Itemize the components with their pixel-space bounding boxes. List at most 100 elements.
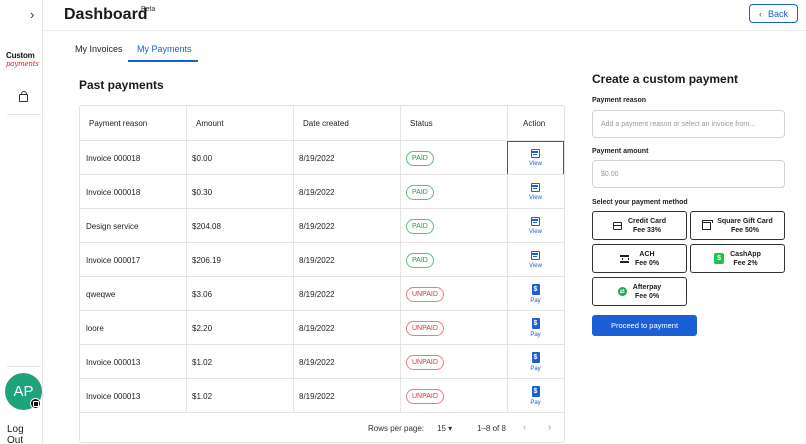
- table-row: Invoice 000017 $206.19 8/19/2022 PAID View: [80, 242, 564, 276]
- proceed-to-payment-button[interactable]: Proceed to payment: [592, 315, 697, 336]
- table-row: qweqwe $3.06 8/19/2022 UNPAID $ Pay: [80, 276, 564, 310]
- amount-cell: $2.20: [192, 323, 213, 333]
- status-badge: PAID: [406, 184, 434, 200]
- date-cell: 8/19/2022: [299, 391, 335, 401]
- column-header[interactable]: Date created: [303, 106, 349, 140]
- amount-cell: $3.06: [192, 289, 213, 299]
- rail-divider: [7, 114, 41, 115]
- date-cell: 8/19/2022: [299, 357, 335, 367]
- dollar-icon: $: [531, 318, 540, 329]
- payment-amount-label: Payment amount: [592, 148, 649, 155]
- date-cell: 8/19/2022: [299, 289, 335, 299]
- column-header[interactable]: Action: [523, 106, 545, 140]
- cashapp-icon: $: [714, 253, 725, 264]
- dollar-icon: $: [531, 352, 540, 363]
- brand-logo: Custom payments: [6, 51, 39, 69]
- payment-reason-cell: loore: [86, 323, 104, 333]
- gift-card-icon: [702, 219, 714, 230]
- status-badge: UNPAID: [406, 354, 444, 370]
- table-row: Invoice 000013 $1.02 8/19/2022 UNPAID $ Pay: [80, 378, 564, 412]
- table-row: Invoice 000018 $0.00 8/19/2022 PAID View: [80, 140, 564, 175]
- date-cell: 8/19/2022: [299, 255, 335, 265]
- column-header[interactable]: Amount: [196, 106, 224, 140]
- credit-card-icon: [612, 221, 622, 230]
- status-cell: PAID: [406, 209, 434, 243]
- amount-cell: $1.02: [192, 391, 213, 401]
- status-cell: UNPAID: [406, 277, 444, 311]
- bank-icon: [619, 254, 629, 263]
- beta-badge: Beta: [141, 6, 156, 13]
- pay-button[interactable]: $ Pay: [507, 379, 564, 413]
- payment-reason-cell: Invoice 000017: [86, 255, 141, 265]
- tab-my-invoices[interactable]: My Invoices: [75, 44, 123, 54]
- active-tab-indicator: [128, 60, 198, 62]
- status-cell: PAID: [406, 175, 434, 209]
- amount-cell: $1.02: [192, 357, 213, 367]
- payment-reason-cell: Invoice 000018: [86, 153, 141, 163]
- payment-reason-cell: Invoice 000013: [86, 357, 141, 367]
- amount-cell: $0.30: [192, 187, 213, 197]
- pay-button[interactable]: $ Pay: [507, 345, 564, 379]
- payment-reason-cell: Design service: [86, 221, 139, 231]
- chevron-right-icon[interactable]: ›: [30, 7, 34, 22]
- status-cell: UNPAID: [406, 311, 444, 345]
- payment-amount-input[interactable]: $0.00: [592, 160, 785, 188]
- payment-method-credit-card[interactable]: Credit Card Fee 33%: [592, 211, 687, 240]
- payment-reason-cell: Invoice 000018: [86, 187, 141, 197]
- left-rail: › Custom payments AP Log Out: [0, 0, 43, 444]
- view-button[interactable]: View: [507, 175, 564, 209]
- status-badge: UNPAID: [406, 388, 444, 404]
- document-icon: [531, 251, 540, 260]
- amount-cell: $0.00: [192, 153, 213, 163]
- header-divider: [43, 30, 806, 31]
- status-badge: PAID: [406, 252, 434, 268]
- view-button[interactable]: View: [507, 209, 564, 243]
- chevron-left-icon: ‹: [758, 8, 762, 19]
- column-header[interactable]: Status: [410, 106, 433, 140]
- status-cell: PAID: [406, 141, 434, 175]
- pay-button[interactable]: $ Pay: [507, 277, 564, 311]
- view-button[interactable]: View: [507, 243, 564, 277]
- previous-page-button[interactable]: ‹: [523, 422, 526, 433]
- afterpay-icon: ⇄: [617, 287, 627, 296]
- page-range: 1–8 of 8: [477, 424, 506, 433]
- payment-method-ach[interactable]: ACH Fee 0%: [592, 244, 687, 273]
- document-icon: [531, 149, 540, 158]
- status-badge: UNPAID: [406, 286, 444, 302]
- status-cell: PAID: [406, 243, 434, 277]
- status-cell: UNPAID: [406, 379, 444, 413]
- payment-method-gift-card[interactable]: Square Gift Card Fee 50%: [690, 211, 785, 240]
- avatar[interactable]: AP: [5, 373, 42, 410]
- dollar-icon: $: [531, 284, 540, 295]
- table-pagination: Rows per page: 15 ▾ 1–8 of 8 ‹ ›: [80, 412, 564, 442]
- past-payments-heading: Past payments: [79, 78, 164, 92]
- date-cell: 8/19/2022: [299, 153, 335, 163]
- date-cell: 8/19/2022: [299, 221, 335, 231]
- status-badge: PAID: [406, 150, 434, 166]
- status-cell: UNPAID: [406, 345, 444, 379]
- rows-per-page-select[interactable]: 15 ▾: [437, 424, 452, 433]
- status-badge: UNPAID: [406, 320, 444, 336]
- shopping-bag-icon[interactable]: [19, 91, 28, 102]
- table-row: Invoice 000018 $0.30 8/19/2022 PAID View: [80, 174, 564, 208]
- custom-payment-heading: Create a custom payment: [592, 72, 739, 86]
- next-page-button[interactable]: ›: [548, 422, 551, 433]
- logout-button[interactable]: Log Out: [7, 424, 42, 444]
- caret-down-icon: ▾: [448, 424, 453, 433]
- back-button[interactable]: ‹ Back: [749, 4, 798, 23]
- table-row: loore $2.20 8/19/2022 UNPAID $ Pay: [80, 310, 564, 344]
- column-header[interactable]: Payment reason: [89, 106, 147, 140]
- payments-table: Payment reason Amount Date created Statu…: [79, 105, 565, 443]
- payment-method-afterpay[interactable]: ⇄ Afterpay Fee 0%: [592, 277, 687, 306]
- payment-reason-cell: Invoice 000013: [86, 391, 141, 401]
- payment-reason-input[interactable]: Add a payment reason or select an invoic…: [592, 110, 785, 138]
- tab-my-payments[interactable]: My Payments: [137, 44, 192, 54]
- payment-method-label: Select your payment method: [592, 199, 688, 206]
- page-title: Dashboard: [64, 6, 148, 23]
- view-button[interactable]: View: [507, 141, 564, 175]
- dollar-icon: $: [531, 386, 540, 397]
- amount-cell: $206.19: [192, 255, 221, 265]
- pay-button[interactable]: $ Pay: [507, 311, 564, 345]
- payment-reason-label: Payment reason: [592, 97, 647, 104]
- payment-method-cashapp[interactable]: $ CashApp Fee 2%: [690, 244, 785, 273]
